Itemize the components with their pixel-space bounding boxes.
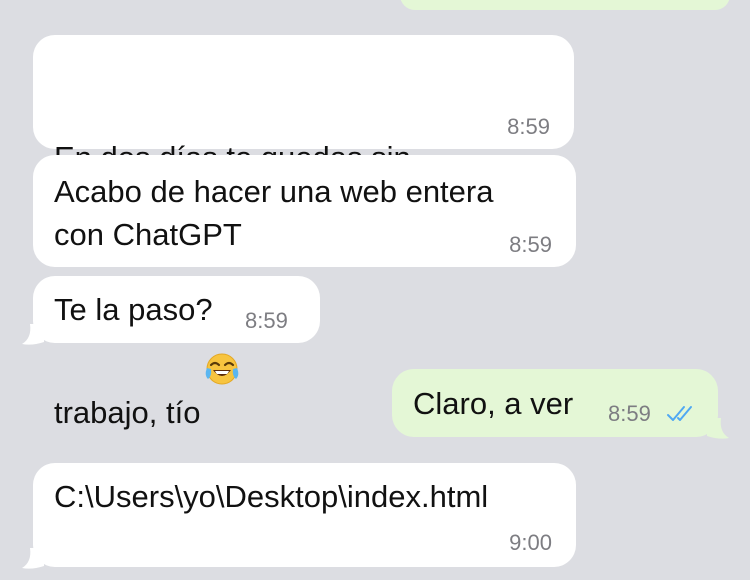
bubble-tail-icon xyxy=(707,418,729,439)
double-check-icon xyxy=(667,406,692,421)
message-bubble-incoming[interactable]: Te la paso? 8:59 xyxy=(22,276,320,345)
message-timestamp: 8:59 xyxy=(509,232,552,257)
message-timestamp: 8:59 xyxy=(608,401,651,426)
message-bubble-outgoing[interactable]: Claro, a ver 8:59 xyxy=(392,369,729,439)
message-text: Te la paso? xyxy=(54,292,213,327)
message-timestamp: 9:00 xyxy=(509,530,552,555)
message-bubble-incoming[interactable]: C:\Users\yo\Desktop\index.html 9:00 xyxy=(22,463,576,569)
message-bubble-partial[interactable] xyxy=(400,0,730,10)
bubble-tail-icon xyxy=(22,548,44,569)
message-timestamp: 8:59 xyxy=(245,308,288,333)
message-bubble-incoming[interactable]: En dos días te quedas sin trabajo, tío 8… xyxy=(33,35,574,430)
message-text: Claro, a ver xyxy=(413,386,574,421)
message-text: C:\Users\yo\Desktop\index.html xyxy=(54,479,489,514)
message-text: Acabo de hacer una web entera con ChatGP… xyxy=(54,174,494,252)
bubble-tail-icon xyxy=(22,324,44,345)
message-list[interactable]: En dos días te quedas sin trabajo, tío 8… xyxy=(0,0,750,580)
message-bubble-incoming[interactable]: Acabo de hacer una web entera con ChatGP… xyxy=(33,155,576,267)
message-timestamp: 8:59 xyxy=(507,114,550,139)
chat-screen: { "chat": { "messages": [ { "id": "m1", … xyxy=(0,0,750,580)
message-text-line2: trabajo, tío xyxy=(54,395,201,430)
